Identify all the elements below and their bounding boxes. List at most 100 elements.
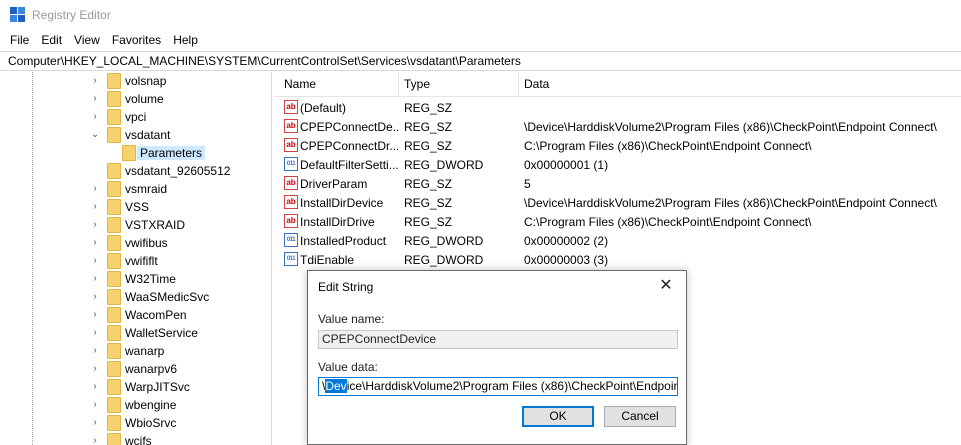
column-header-data[interactable]: Data <box>524 77 549 91</box>
tree-item[interactable]: › WbioSrvc <box>0 414 271 432</box>
cell-data: \Device\HarddiskVolume2\Program Files (x… <box>524 196 937 210</box>
chevron-right-icon[interactable]: › <box>90 93 100 105</box>
list-header: Name Type Data <box>274 72 961 97</box>
tree-item[interactable]: › WarpJITSvc <box>0 378 271 396</box>
tree-item[interactable]: › wcifs <box>0 432 271 445</box>
chevron-right-icon[interactable]: › <box>90 399 100 411</box>
chevron-right-icon[interactable]: › <box>90 363 100 375</box>
tree-item-label: VSTXRAID <box>125 218 186 232</box>
menu-edit[interactable]: Edit <box>36 30 67 50</box>
chevron-right-icon[interactable]: › <box>90 201 100 213</box>
folder-icon <box>107 91 121 107</box>
tree-item-label: wcifs <box>125 434 152 445</box>
menu-help[interactable]: Help <box>168 30 203 50</box>
value-data-input[interactable]: \Device\HarddiskVolume2\Program Files (x… <box>318 377 678 396</box>
cell-data: 0x00000003 (3) <box>524 253 609 267</box>
folder-icon <box>107 235 121 251</box>
tree-item[interactable]: › volsnap <box>0 72 271 90</box>
tree-item[interactable]: › vpci <box>0 108 271 126</box>
cell-data: \Device\HarddiskVolume2\Program Files (x… <box>524 120 937 134</box>
tree-item[interactable]: › VSS <box>0 198 271 216</box>
table-row[interactable]: 011 TdiEnable REG_DWORD 0x00000003 (3) <box>274 250 961 269</box>
cell-type: REG_SZ <box>404 196 453 210</box>
folder-icon <box>107 433 121 445</box>
cell-name: InstallDirDevice <box>300 196 384 210</box>
chevron-right-icon[interactable]: › <box>90 237 100 249</box>
folder-icon <box>107 397 121 413</box>
chevron-right-icon[interactable]: › <box>90 183 100 195</box>
value-data-label: Value data: <box>318 360 378 374</box>
chevron-right-icon[interactable]: › <box>90 327 100 339</box>
table-row[interactable]: 011 InstalledProduct REG_DWORD 0x00000002 (… <box>274 231 961 250</box>
ok-button[interactable]: OK <box>522 406 594 427</box>
column-divider[interactable] <box>518 72 519 97</box>
cell-type: REG_SZ <box>404 120 453 134</box>
cell-name: DriverParam <box>300 177 368 191</box>
chevron-right-icon[interactable]: › <box>90 309 100 321</box>
tree-item[interactable]: ⌄ vsdatant <box>0 126 271 144</box>
chevron-right-icon[interactable]: › <box>90 111 100 123</box>
chevron-right-icon[interactable]: › <box>90 291 100 303</box>
tree-item[interactable]: › volume <box>0 90 271 108</box>
menu-view[interactable]: View <box>69 30 105 50</box>
cell-data: C:\Program Files (x86)\CheckPoint\Endpoi… <box>524 215 812 229</box>
cell-data: C:\Program Files (x86)\CheckPoint\Endpoi… <box>524 139 812 153</box>
column-header-name[interactable]: Name <box>284 77 316 91</box>
chevron-right-icon[interactable]: › <box>90 381 100 393</box>
tree-item[interactable]: › vwifibus <box>0 234 271 252</box>
tree-item[interactable]: › wanarp <box>0 342 271 360</box>
close-icon[interactable]: ✕ <box>656 276 676 296</box>
cancel-button[interactable]: Cancel <box>604 406 676 427</box>
value-name-label: Value name: <box>318 312 385 326</box>
folder-icon <box>107 379 121 395</box>
chevron-down-icon[interactable]: ⌄ <box>90 129 100 141</box>
dword-value-icon: 011 <box>284 252 298 266</box>
column-divider[interactable] <box>398 72 399 97</box>
table-row[interactable]: ab InstallDirDrive REG_SZ C:\Program Files … <box>274 212 961 231</box>
chevron-right-icon[interactable]: › <box>90 345 100 357</box>
menu-file[interactable]: File <box>5 30 34 50</box>
tree-item[interactable]: › WacomPen <box>0 306 271 324</box>
tree-item[interactable]: › wbengine <box>0 396 271 414</box>
tree-item-label: WalletService <box>125 326 198 340</box>
chevron-right-icon[interactable]: › <box>90 417 100 429</box>
address-bar[interactable]: Computer\HKEY_LOCAL_MACHINE\SYSTEM\Curre… <box>0 51 961 71</box>
tree-item-label: wanarp <box>125 344 165 358</box>
folder-icon <box>107 253 121 269</box>
tree-item-label: vsdatant_92605512 <box>125 164 231 178</box>
chevron-right-icon[interactable]: › <box>90 75 100 87</box>
chevron-right-icon[interactable]: › <box>90 255 100 267</box>
cell-name: (Default) <box>300 101 347 115</box>
cell-type: REG_SZ <box>404 101 453 115</box>
tree-item[interactable]: › WaaSMedicSvc <box>0 288 271 306</box>
table-row[interactable]: ab CPEPConnectDe... REG_SZ \Device\Harddisk… <box>274 117 961 136</box>
menu-favorites[interactable]: Favorites <box>107 30 166 50</box>
folder-icon <box>107 163 121 179</box>
tree-item[interactable]: › WalletService <box>0 324 271 342</box>
table-row[interactable]: ab DriverParam REG_SZ 5 <box>274 174 961 193</box>
chevron-right-icon[interactable]: › <box>90 273 100 285</box>
chevron-right-icon[interactable]: › <box>90 219 100 231</box>
tree-item-label: volsnap <box>125 74 167 88</box>
tree-item[interactable]: › vsmraid <box>0 180 271 198</box>
table-row[interactable]: ab InstallDirDevice REG_SZ \Device\Harddisk… <box>274 193 961 212</box>
key-tree[interactable]: › volsnap › volume › vpci ⌄ vsdatant Parameters v… <box>0 72 272 445</box>
table-row[interactable]: ab (Default) REG_SZ <box>274 98 961 117</box>
column-header-type[interactable]: Type <box>404 77 430 91</box>
tree-item-label: WaaSMedicSvc <box>125 290 210 304</box>
table-row[interactable]: ab CPEPConnectDr... REG_SZ C:\Program Files… <box>274 136 961 155</box>
chevron-right-icon[interactable]: › <box>90 435 100 445</box>
tree-item[interactable]: Parameters <box>0 144 271 162</box>
table-row[interactable]: 011 DefaultFilterSetti... REG_DWORD 0x00000… <box>274 155 961 174</box>
tree-item[interactable]: › W32Time <box>0 270 271 288</box>
cell-name: CPEPConnectDr... <box>300 139 398 153</box>
cell-type: REG_DWORD <box>404 234 484 248</box>
string-value-icon: ab <box>284 176 298 190</box>
tree-item-label: W32Time <box>125 272 176 286</box>
tree-item[interactable]: vsdatant_92605512 <box>0 162 271 180</box>
tree-item[interactable]: › wanarpv6 <box>0 360 271 378</box>
folder-icon <box>107 73 121 89</box>
tree-item[interactable]: › vwififlt <box>0 252 271 270</box>
tree-item[interactable]: › VSTXRAID <box>0 216 271 234</box>
cell-data: 0x00000001 (1) <box>524 158 609 172</box>
